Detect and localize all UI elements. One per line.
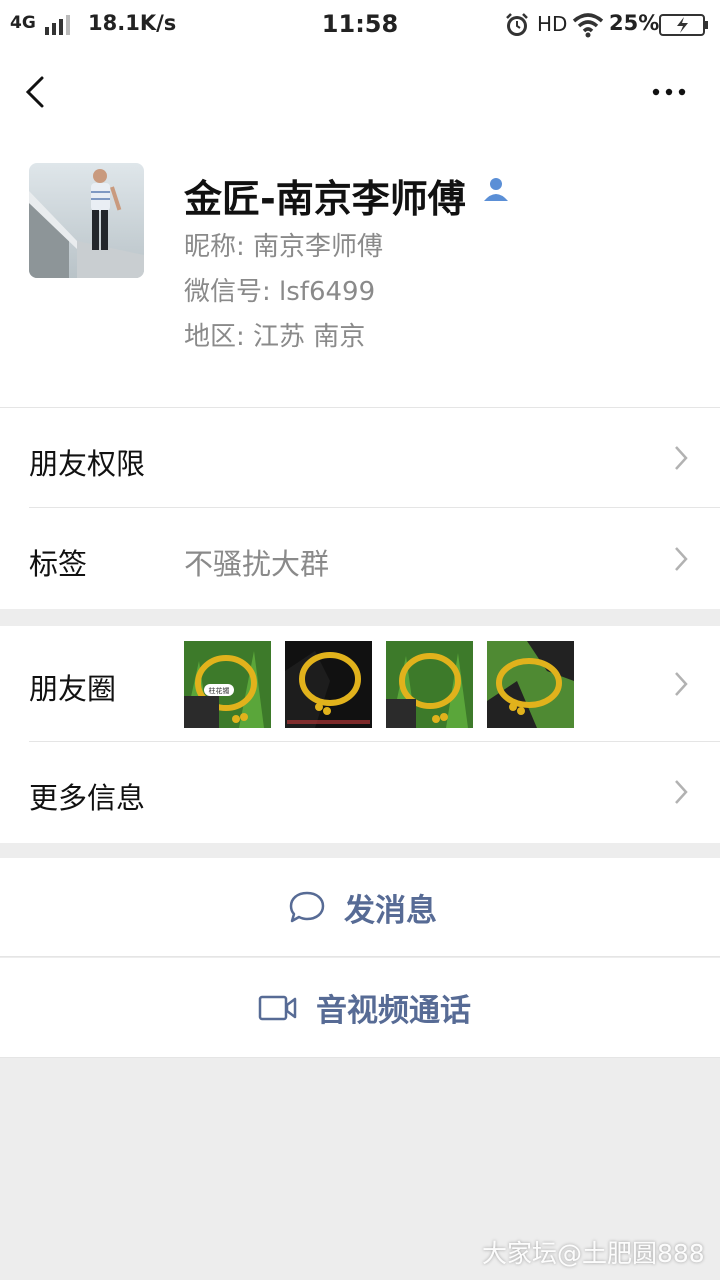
more-options-button[interactable] [646,74,692,110]
watermark: 大家坛@土肥圆888 [482,1239,705,1268]
chevron-right-icon [675,780,688,804]
more-info-row[interactable]: 更多信息 [0,742,720,843]
back-button[interactable] [16,72,56,112]
profile-header: 金匠-南京李师傅 昵称: 南京李师傅 微信号: lsf6499 地区: 江苏 南… [0,140,720,408]
wifi-icon [572,13,604,38]
alarm-icon [506,13,528,36]
moments-thumbnail: 柱花镯 [184,641,271,728]
battery-percent: 25% [609,11,660,35]
battery-charging-icon [659,14,708,36]
video-call-label: 音视频通话 [316,993,471,1029]
moments-row[interactable]: 朋友圈 柱花镯 [0,626,720,742]
thumb-caption: 柱花镯 [209,686,230,695]
tags-value: 不骚扰大群 [184,547,330,581]
friend-permissions-row[interactable]: 朋友权限 [0,408,720,508]
tags-label: 标签 [29,547,88,581]
send-message-label: 发消息 [344,892,437,929]
chat-bubble-icon [289,891,325,923]
moments-thumbnail [487,641,574,728]
status-bar: 4G 18.1K/s 11:58 HD 25% [0,0,720,50]
video-call-button[interactable]: 音视频通话 [0,958,720,1058]
video-camera-icon [258,995,297,1020]
contact-name: 金匠-南京李师傅 [184,177,466,221]
region: 地区: 江苏 南京 [184,322,366,352]
hd-indicator: HD [537,12,568,36]
send-message-button[interactable]: 发消息 [0,858,720,957]
contact-person-icon [484,178,508,201]
chevron-right-icon [675,672,688,696]
chevron-right-icon [675,547,688,571]
tags-row[interactable]: 标签 不骚扰大群 [0,508,720,609]
wechat-id: 微信号: lsf6499 [184,277,376,307]
moments-thumbnail [386,641,473,728]
more-info-label: 更多信息 [29,781,146,815]
avatar[interactable] [29,163,144,278]
chevron-right-icon [675,446,688,470]
nav-bar [0,50,720,140]
moments-thumbnail [285,641,372,728]
nickname: 昵称: 南京李师傅 [184,232,384,262]
moments-label: 朋友圈 [29,672,117,706]
friend-permissions-label: 朋友权限 [29,447,146,481]
